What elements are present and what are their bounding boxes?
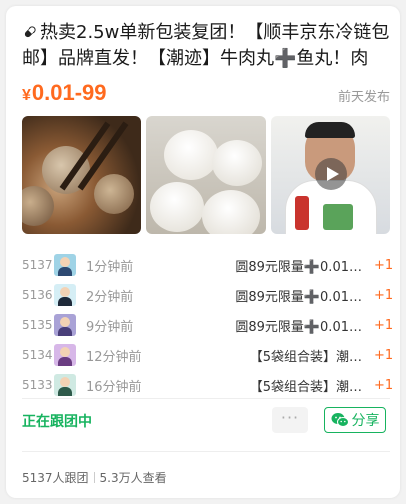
- order-quantity: +1: [374, 257, 394, 273]
- play-icon[interactable]: [314, 158, 347, 190]
- share-button[interactable]: 分享: [324, 407, 386, 433]
- following-status[interactable]: 正在跟团中: [22, 411, 92, 431]
- separator: [93, 472, 95, 483]
- order-quantity: +1: [374, 317, 394, 333]
- order-time: 1分钟前: [86, 259, 134, 275]
- pill-icon: [24, 26, 36, 38]
- order-row[interactable]: 5135 9分钟前 圆89元限量➕0.01… +1: [22, 310, 394, 340]
- order-number: 5134: [22, 348, 53, 362]
- order-row[interactable]: 5136 2分钟前 圆89元限量➕0.01… +1: [22, 280, 394, 310]
- order-number: 5137: [22, 258, 53, 272]
- avatar: [54, 344, 76, 366]
- order-item: 【5袋组合装】潮…: [249, 349, 362, 365]
- order-time: 16分钟前: [86, 379, 142, 395]
- post-title-text: 热卖2.5w单新包装复团！【顺丰京东冷链包邮】品牌直发！【潮迹】牛肉丸➕鱼丸！肉…: [22, 22, 390, 69]
- posted-time: 前天发布: [337, 90, 390, 105]
- order-number: 5133: [22, 378, 53, 392]
- order-quantity: +1: [374, 347, 394, 363]
- order-quantity: +1: [374, 287, 394, 303]
- order-row[interactable]: 5133 16分钟前 【5袋组合装】潮… +1: [22, 370, 394, 400]
- stats-bar: 5137人跟团 5.3万人查看: [22, 469, 167, 486]
- divider: [22, 451, 390, 452]
- divider: [22, 398, 390, 399]
- photo-gallery: [22, 116, 390, 234]
- order-item: 圆89元限量➕0.01…: [235, 319, 362, 335]
- share-label: 分享: [351, 413, 380, 429]
- avatar: [54, 284, 76, 306]
- avatar: [54, 374, 76, 396]
- beef-ball-photo[interactable]: [22, 116, 142, 234]
- price: ¥0.01-99: [22, 80, 107, 105]
- avatar: [54, 314, 76, 336]
- more-button[interactable]: ···: [272, 407, 308, 433]
- price-row: ¥0.01-99 前天发布: [22, 80, 390, 108]
- participants-count: 5137人跟团: [22, 471, 89, 485]
- order-list: 5137 1分钟前 圆89元限量➕0.01… +1 5136 2分钟前 圆89元…: [22, 250, 394, 400]
- order-row[interactable]: 5134 12分钟前 【5袋组合装】潮… +1: [22, 340, 394, 370]
- order-number: 5136: [22, 288, 53, 302]
- order-time: 2分钟前: [86, 289, 134, 305]
- order-item: 【5袋组合装】潮…: [249, 379, 362, 395]
- order-number: 5135: [22, 318, 53, 332]
- video-thumbnail[interactable]: [270, 116, 390, 234]
- avatar: [54, 254, 76, 276]
- wechat-icon: [331, 413, 349, 427]
- fish-ball-photo[interactable]: [146, 116, 266, 234]
- views-count: 5.3万人查看: [99, 471, 167, 485]
- order-time: 9分钟前: [86, 319, 134, 335]
- order-row[interactable]: 5137 1分钟前 圆89元限量➕0.01… +1: [22, 250, 394, 280]
- order-time: 12分钟前: [86, 349, 142, 365]
- group-buy-card[interactable]: 热卖2.5w单新包装复团！【顺丰京东冷链包邮】品牌直发！【潮迹】牛肉丸➕鱼丸！肉…: [6, 6, 400, 498]
- order-quantity: +1: [374, 377, 394, 393]
- post-title[interactable]: 热卖2.5w单新包装复团！【顺丰京东冷链包邮】品牌直发！【潮迹】牛肉丸➕鱼丸！肉…: [22, 20, 390, 72]
- order-item: 圆89元限量➕0.01…: [235, 289, 362, 305]
- order-item: 圆89元限量➕0.01…: [235, 259, 362, 275]
